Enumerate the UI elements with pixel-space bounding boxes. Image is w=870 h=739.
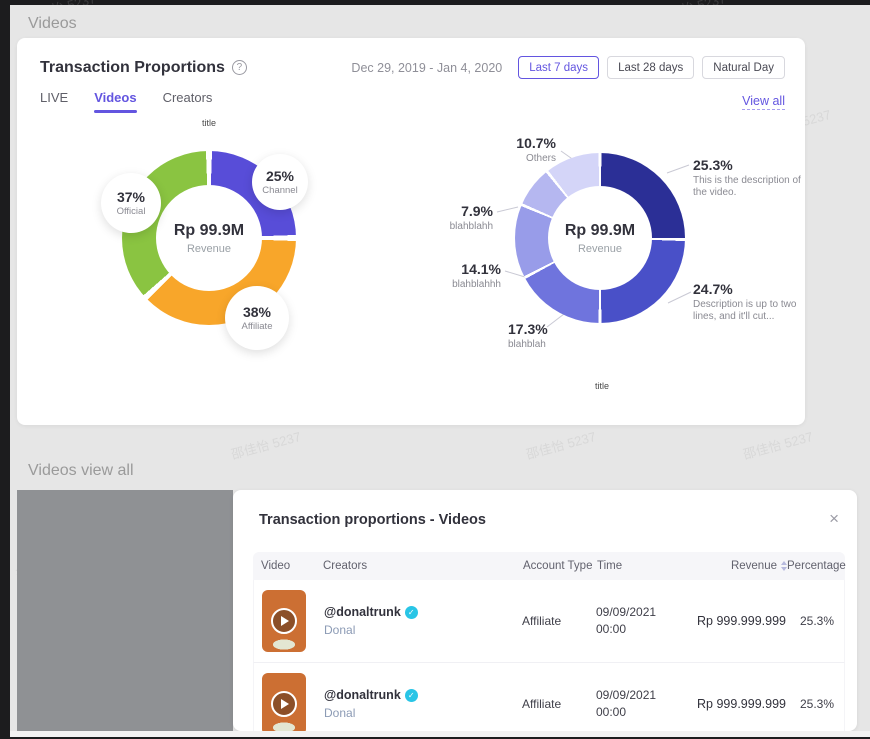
- modal-title: Transaction proportions - Videos: [259, 512, 486, 528]
- table-row[interactable]: @donaltrunk ✓ Donal Affiliate 09/09/2021…: [253, 580, 845, 663]
- play-icon: [271, 691, 297, 717]
- revenue: Rp 999.999.999: [697, 697, 786, 711]
- creator-name[interactable]: Donal: [324, 706, 522, 720]
- col-percentage: Percentage: [787, 560, 845, 572]
- col-creators: Creators: [323, 560, 523, 572]
- dashboard-canvas: 邵佳怡 5237 邵佳怡 5237 邵佳怡 5237 邵佳怡 5237 邵佳怡 …: [10, 5, 870, 731]
- screen: 邵佳怡 5237 邵佳怡 5237 邵佳怡 5237 邵佳怡 5237 邵佳怡 …: [0, 0, 870, 739]
- transaction-proportions-card: Transaction Proportions ? Dec 29, 2019 -…: [17, 38, 805, 425]
- segment-label-others: 10.7% Others: [466, 135, 556, 165]
- tab-live[interactable]: LIVE: [40, 90, 68, 113]
- col-time: Time: [597, 560, 687, 572]
- segment-label-desc1: 25.3% This is the description of the vid…: [693, 157, 811, 199]
- chart-title: title: [562, 381, 642, 391]
- segment-name: Channel: [262, 185, 297, 196]
- percentage: 25.3%: [786, 697, 844, 711]
- col-revenue: Revenue: [687, 560, 787, 572]
- segment-badge-affiliate: 38% Affiliate: [225, 286, 289, 350]
- segment-badge-channel: 25% Channel: [252, 154, 308, 210]
- close-icon[interactable]: ×: [829, 510, 839, 527]
- segment-label-blahblahh: 7.9% blahblahh: [425, 203, 493, 233]
- segment-badge-official: 37% Official: [101, 173, 161, 233]
- watermark: 邵佳怡 5237: [741, 426, 815, 463]
- center-label: Revenue: [187, 243, 231, 255]
- segment-name: Official: [117, 206, 146, 217]
- transaction-proportions-modal: Transaction proportions - Videos × Video…: [233, 490, 857, 731]
- segment-label-desc2: 24.7% Description is up to two lines, an…: [693, 281, 815, 323]
- segment-name: Affiliate: [242, 321, 273, 332]
- segment-label-blahblah: 17.3% blahblah: [508, 321, 588, 351]
- transactions-table: Video Creators Account Type Time Revenue…: [253, 552, 845, 731]
- account-type: Affiliate: [522, 697, 596, 711]
- center-value: Rp 99.9M: [174, 222, 244, 240]
- account-type: Affiliate: [522, 614, 596, 628]
- video-thumbnail[interactable]: [262, 673, 306, 731]
- watermark: 邵佳怡 5237: [229, 426, 303, 463]
- center-value: Rp 99.9M: [565, 222, 635, 240]
- tab-creators[interactable]: Creators: [163, 90, 213, 113]
- verified-badge-icon: ✓: [405, 606, 418, 619]
- center-label: Revenue: [578, 243, 622, 255]
- col-video: Video: [253, 560, 323, 572]
- help-icon[interactable]: ?: [232, 60, 247, 75]
- donut-chart-right: Rp 99.9M Revenue 10.7% Others 25.3% This…: [425, 95, 797, 407]
- segment-label-blahblahhh: 14.1% blahblahhh: [431, 261, 501, 291]
- last-28-days-button[interactable]: Last 28 days: [607, 56, 694, 79]
- donut-ring-right[interactable]: Rp 99.9M Revenue: [515, 153, 685, 323]
- video-thumbnail[interactable]: [262, 590, 306, 652]
- chart-title: title: [179, 118, 239, 128]
- revenue: Rp 999.999.999: [697, 614, 786, 628]
- card-title: Transaction Proportions: [40, 59, 225, 77]
- col-account-type: Account Type: [523, 560, 597, 572]
- play-icon: [271, 608, 297, 634]
- tab-videos[interactable]: Videos: [94, 90, 136, 113]
- scrollbar-track[interactable]: [10, 731, 870, 737]
- last-7-days-button[interactable]: Last 7 days: [518, 56, 599, 79]
- donut-chart-left: title Rp 99.9M Revenue 25% Channel 37% O…: [87, 114, 387, 414]
- time: 09/09/2021 00:00: [596, 687, 686, 721]
- time: 09/09/2021 00:00: [596, 604, 686, 638]
- percentage: 25.3%: [786, 614, 844, 628]
- date-range-label: Dec 29, 2019 - Jan 4, 2020: [351, 61, 502, 75]
- segment-pct: 25%: [266, 168, 294, 184]
- creator-name[interactable]: Donal: [324, 623, 522, 637]
- watermark: 邵佳怡 5237: [524, 426, 598, 463]
- natural-day-button[interactable]: Natural Day: [702, 56, 785, 79]
- segment-pct: 38%: [243, 304, 271, 320]
- creator-handle[interactable]: @donaltrunk: [324, 605, 401, 619]
- verified-badge-icon: ✓: [405, 689, 418, 702]
- creator-handle[interactable]: @donaltrunk: [324, 688, 401, 702]
- section-title-videos: Videos: [28, 15, 77, 33]
- segment-pct: 37%: [117, 189, 145, 205]
- backdrop-placeholder: [17, 490, 233, 731]
- table-row[interactable]: @donaltrunk ✓ Donal Affiliate 09/09/2021…: [253, 663, 845, 731]
- section-title-videos-view-all: Videos view all: [28, 462, 134, 480]
- table-header: Video Creators Account Type Time Revenue…: [253, 552, 845, 580]
